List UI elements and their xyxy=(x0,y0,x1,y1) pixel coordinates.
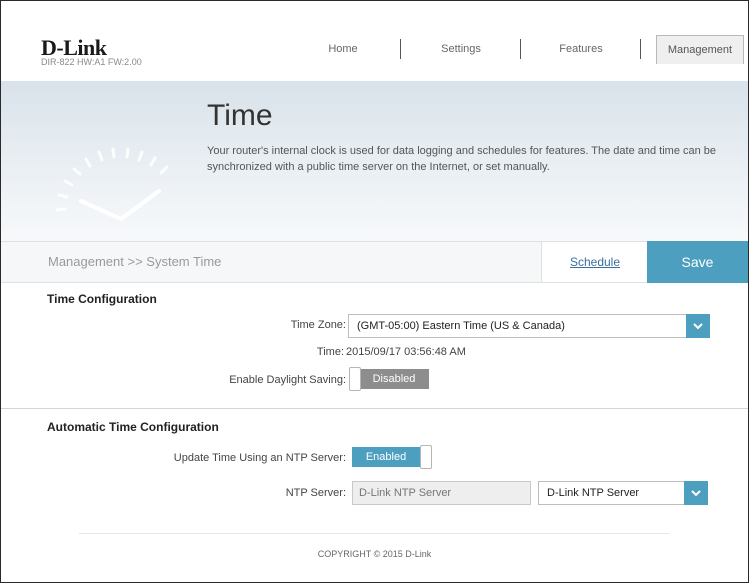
footer-divider xyxy=(79,533,669,534)
breadcrumb: Management >> System Time xyxy=(48,254,222,269)
ntp-server-select[interactable]: D-Link NTP Server xyxy=(538,481,708,505)
daylight-saving-label: Enable Daylight Saving: xyxy=(229,374,346,386)
ntp-server-field[interactable] xyxy=(353,482,530,504)
ntp-server-select-value: D-Link NTP Server xyxy=(547,487,640,499)
chevron-down-icon[interactable] xyxy=(686,314,710,338)
toggle-knob xyxy=(349,367,361,391)
ntp-update-label: Update Time Using an NTP Server: xyxy=(173,452,346,464)
time-config-title: Time Configuration xyxy=(47,292,157,306)
nav-management[interactable]: Management xyxy=(656,35,744,64)
page-description: Your router's internal clock is used for… xyxy=(207,145,717,173)
ntp-server-label: NTP Server: xyxy=(285,487,346,499)
time-zone-label: Time Zone: xyxy=(290,319,346,331)
router-admin-window: D-Link DIR-822 HW:A1 FW:2.00 Home Settin… xyxy=(0,0,749,583)
nav-home[interactable]: Home xyxy=(319,35,367,63)
nav-separator xyxy=(640,39,641,59)
ntp-server-input[interactable] xyxy=(352,481,531,505)
nav-settings[interactable]: Settings xyxy=(433,35,489,63)
section-divider xyxy=(1,408,748,409)
nav-features[interactable]: Features xyxy=(552,35,610,63)
current-time: 2015/09/17 03:56:48 AM xyxy=(346,346,466,358)
auto-time-title: Automatic Time Configuration xyxy=(47,420,219,434)
daylight-saving-toggle[interactable]: Disabled xyxy=(349,367,431,391)
breadcrumb-bar: Management >> System Time Schedule Save xyxy=(1,241,748,283)
clock-gauge-icon xyxy=(55,147,169,221)
time-label: Time: xyxy=(316,346,344,358)
toggle-state: Enabled xyxy=(352,447,420,467)
copyright: COPYRIGHT © 2015 D-Link xyxy=(317,549,432,559)
save-button[interactable]: Save xyxy=(647,241,748,283)
ntp-update-toggle[interactable]: Enabled xyxy=(352,445,434,469)
model-info: DIR-822 HW:A1 FW:2.00 xyxy=(41,57,142,67)
schedule-link[interactable]: Schedule xyxy=(542,242,648,282)
nav-separator xyxy=(520,39,521,59)
toggle-knob xyxy=(420,445,432,469)
nav-separator xyxy=(400,39,401,59)
time-zone-value: (GMT-05:00) Eastern Time (US & Canada) xyxy=(357,320,565,332)
header: D-Link DIR-822 HW:A1 FW:2.00 Home Settin… xyxy=(1,1,748,81)
chevron-down-icon[interactable] xyxy=(684,481,708,505)
page-title: Time xyxy=(207,99,273,132)
schedule-tab[interactable]: Schedule xyxy=(541,242,648,282)
time-zone-select[interactable]: (GMT-05:00) Eastern Time (US & Canada) xyxy=(348,314,710,338)
toggle-state: Disabled xyxy=(359,369,429,389)
page-banner: Time Your router's internal clock is use… xyxy=(1,81,748,241)
